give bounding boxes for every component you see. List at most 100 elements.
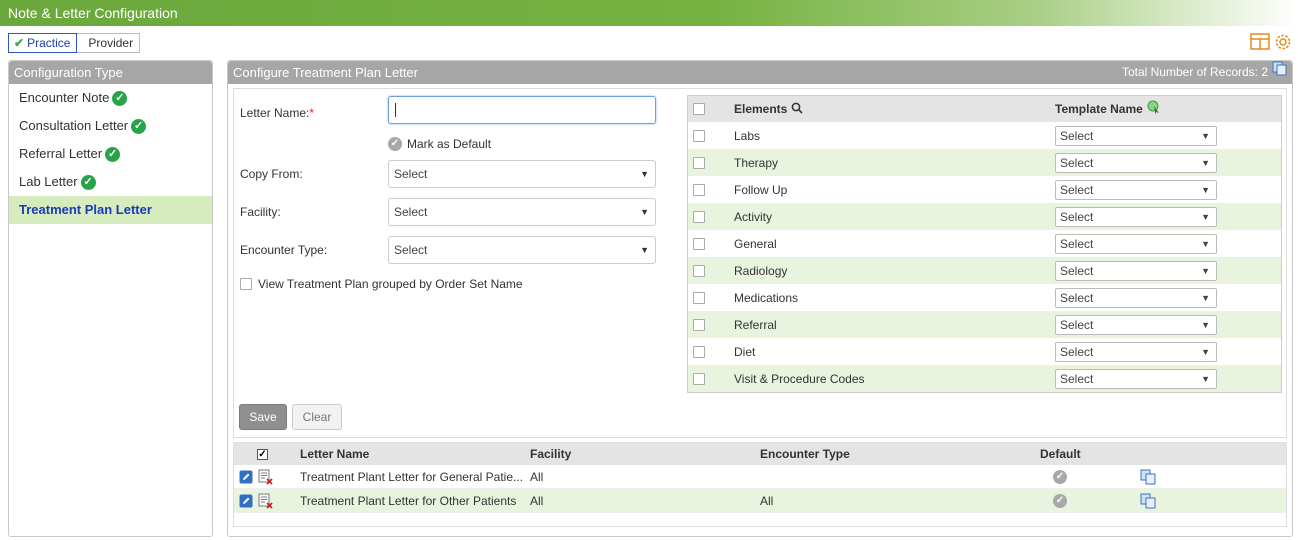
template-select-value: Select: [1060, 317, 1094, 332]
config-item-encounter-note[interactable]: Encounter Note ✓: [9, 84, 212, 112]
element-row-radiology: Radiology Select ▼: [688, 257, 1281, 284]
copy-icon[interactable]: [1140, 465, 1156, 488]
config-item-treatment-plan-letter[interactable]: Treatment Plan Letter: [9, 196, 212, 224]
select-all-elements-checkbox[interactable]: [693, 103, 705, 115]
delete-icon[interactable]: [258, 489, 274, 512]
template-select-value: Select: [1060, 209, 1094, 224]
element-checkbox[interactable]: [693, 237, 705, 250]
dropdown-arrow-icon: ▼: [1201, 292, 1210, 303]
dropdown-arrow-icon: ▼: [1201, 265, 1210, 276]
element-checkbox[interactable]: [693, 210, 705, 223]
dropdown-arrow-icon: ▼: [1201, 319, 1210, 330]
element-row-medications: Medications Select ▼: [688, 284, 1281, 311]
configure-letter-panel: Configure Treatment Plan Letter Total Nu…: [227, 60, 1293, 537]
default-check-icon[interactable]: ✓: [1053, 465, 1067, 488]
app-title-bar: Note & Letter Configuration: [0, 0, 1298, 26]
config-item-referral-letter[interactable]: Referral Letter ✓: [9, 140, 212, 168]
view-grouped-checkbox[interactable]: [240, 278, 252, 290]
check-icon: ✔: [14, 36, 25, 50]
template-select[interactable]: Select ▼: [1055, 206, 1217, 227]
encounter-type-select[interactable]: Select ▼: [388, 236, 656, 264]
config-item-label: Lab Letter: [19, 174, 78, 189]
select-all-letters-checkbox[interactable]: ✓: [257, 443, 268, 465]
template-select-value: Select: [1060, 155, 1094, 170]
edit-icon[interactable]: [239, 489, 253, 512]
element-checkbox[interactable]: [693, 129, 705, 142]
copy-icon[interactable]: [1272, 61, 1287, 84]
template-name-column-header: Template Name: [1055, 100, 1161, 118]
template-select[interactable]: Select ▼: [1055, 341, 1217, 362]
element-name: Follow Up: [734, 182, 788, 197]
element-row-visit-procedure-codes: Visit & Procedure Codes Select ▼: [688, 365, 1281, 392]
element-row-therapy: Therapy Select ▼: [688, 149, 1281, 176]
save-button[interactable]: Save: [239, 404, 287, 430]
template-select[interactable]: Select ▼: [1055, 233, 1217, 254]
template-select[interactable]: Select ▼: [1055, 368, 1217, 389]
default-column-header[interactable]: Default: [1040, 443, 1081, 465]
element-checkbox[interactable]: [693, 318, 705, 331]
facility-cell: All: [530, 469, 544, 484]
template-select[interactable]: Select ▼: [1055, 179, 1217, 200]
dropdown-arrow-icon: ▼: [1201, 211, 1210, 222]
facility-select[interactable]: Select ▼: [388, 198, 656, 226]
edit-icon[interactable]: [239, 465, 253, 488]
copy-icon[interactable]: [1140, 489, 1156, 512]
dropdown-arrow-icon: ▼: [1201, 238, 1210, 249]
gear-icon[interactable]: [1274, 33, 1292, 54]
elements-table: Elements Template Name Labs Select ▼ The…: [687, 95, 1282, 393]
template-select[interactable]: Select ▼: [1055, 260, 1217, 281]
facility-column-header[interactable]: Facility: [530, 443, 571, 465]
elements-table-header: Elements Template Name: [688, 96, 1281, 122]
mark-as-default[interactable]: ✓ Mark as Default: [388, 137, 491, 151]
element-checkbox[interactable]: [693, 372, 705, 385]
delete-icon[interactable]: [258, 465, 274, 488]
element-row-labs: Labs Select ▼: [688, 122, 1281, 149]
mark-default-label: Mark as Default: [407, 137, 492, 151]
default-check-icon[interactable]: ✓: [1053, 489, 1067, 512]
letter-name-column-header[interactable]: Letter Name: [300, 443, 369, 465]
encounter-type-column-header[interactable]: Encounter Type: [760, 443, 850, 465]
config-item-consultation-letter[interactable]: Consultation Letter ✓: [9, 112, 212, 140]
required-marker: *: [309, 106, 315, 120]
refresh-pointer-icon[interactable]: [1147, 100, 1161, 118]
template-select[interactable]: Select ▼: [1055, 287, 1217, 308]
element-checkbox[interactable]: [693, 156, 705, 169]
dropdown-arrow-icon: ▼: [1201, 157, 1210, 168]
element-name: Diet: [734, 344, 756, 359]
letter-form: Letter Name:* ✓ Mark as Default Copy Fro…: [233, 88, 1287, 438]
template-select[interactable]: Select ▼: [1055, 125, 1217, 146]
layout-icon[interactable]: [1250, 33, 1270, 54]
element-row-follow-up: Follow Up Select ▼: [688, 176, 1281, 203]
elements-column-header[interactable]: Elements: [734, 102, 803, 117]
practice-provider-toggle: ✔ Practice Provider: [8, 33, 141, 53]
encounter-type-cell: All: [760, 493, 774, 508]
view-grouped-label: View Treatment Plan grouped by Order Set…: [258, 277, 523, 291]
element-checkbox[interactable]: [693, 183, 705, 196]
element-checkbox[interactable]: [693, 291, 705, 304]
practice-label: Practice: [27, 36, 71, 50]
letter-name-cell: Treatment Plant Letter for General Patie…: [300, 469, 523, 484]
configuration-type-title: Configuration Type: [14, 65, 123, 80]
copy-from-select[interactable]: Select ▼: [388, 160, 656, 188]
template-select[interactable]: Select ▼: [1055, 152, 1217, 173]
config-item-lab-letter[interactable]: Lab Letter ✓: [9, 168, 212, 196]
element-checkbox[interactable]: [693, 264, 705, 277]
element-row-referral: Referral Select ▼: [688, 311, 1281, 338]
facility-value: Select: [394, 205, 428, 219]
clear-button[interactable]: Clear: [292, 404, 342, 430]
search-icon[interactable]: [791, 102, 803, 117]
config-item-label: Consultation Letter: [19, 118, 129, 133]
provider-toggle-button[interactable]: Provider: [76, 34, 139, 52]
configured-check-icon: ✓: [112, 90, 128, 106]
element-checkbox[interactable]: [693, 345, 705, 358]
encounter-type-value: Select: [394, 243, 428, 257]
template-select[interactable]: Select ▼: [1055, 314, 1217, 335]
form-button-bar: Save Clear: [233, 398, 1287, 436]
copy-from-label: Copy From:: [240, 167, 303, 181]
letter-name-input[interactable]: [388, 96, 656, 124]
records-count-label: Total Number of Records: 2: [1121, 65, 1268, 79]
letters-grid: ✓ Letter Name Facility Encounter Type De…: [233, 442, 1287, 527]
configured-check-icon: ✓: [80, 174, 96, 190]
practice-toggle-button[interactable]: ✔ Practice: [8, 33, 78, 53]
configured-check-icon: ✓: [105, 146, 121, 162]
